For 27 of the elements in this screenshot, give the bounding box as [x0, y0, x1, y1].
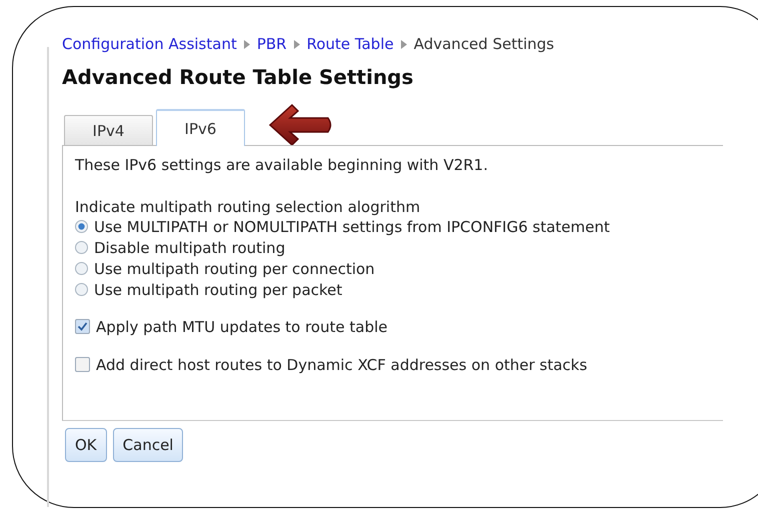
radio-label: Disable multipath routing — [94, 238, 286, 256]
breadcrumb-link[interactable]: Configuration Assistant — [62, 35, 237, 53]
separator-icon — [294, 40, 300, 48]
checkbox[interactable] — [75, 357, 90, 372]
separator-icon — [244, 40, 250, 48]
tab[interactable]: IPv4 — [64, 115, 153, 146]
checkbox-label: Apply path MTU updates to route table — [96, 318, 388, 336]
radio-button[interactable] — [75, 283, 88, 296]
dialog-button[interactable]: OK — [65, 428, 107, 462]
info-text: These IPv6 settings are available beginning with V2R1. — [75, 156, 489, 174]
radio-button[interactable] — [75, 220, 88, 233]
dialog-button[interactable]: Cancel — [112, 428, 184, 462]
breadcrumb-link[interactable]: PBR — [256, 35, 287, 53]
breadcrumb-link[interactable]: Route Table — [306, 35, 394, 53]
tab[interactable]: IPv6 — [156, 109, 245, 146]
page-title: Advanced Route Table Settings — [62, 65, 414, 89]
radio-button[interactable] — [75, 262, 88, 275]
radio-label: Use multipath routing per connection — [94, 260, 375, 278]
checkbox[interactable] — [75, 319, 90, 334]
group-label: Indicate multipath routing selection alogrithm — [75, 198, 422, 216]
radio-label: Use multipath routing per packet — [94, 280, 342, 298]
breadcrumb-current: Advanced Settings — [414, 35, 554, 53]
checkbox-label: Add direct host routes to Dynamic XCF addresses on other stacks — [96, 356, 588, 374]
arrow-icon — [268, 103, 334, 147]
separator-icon — [400, 40, 407, 48]
radio-button[interactable] — [75, 241, 88, 254]
radio-label: Use MULTIPATH or NOMULTIPATH settings from IPCONFIG6 statement — [94, 218, 610, 236]
